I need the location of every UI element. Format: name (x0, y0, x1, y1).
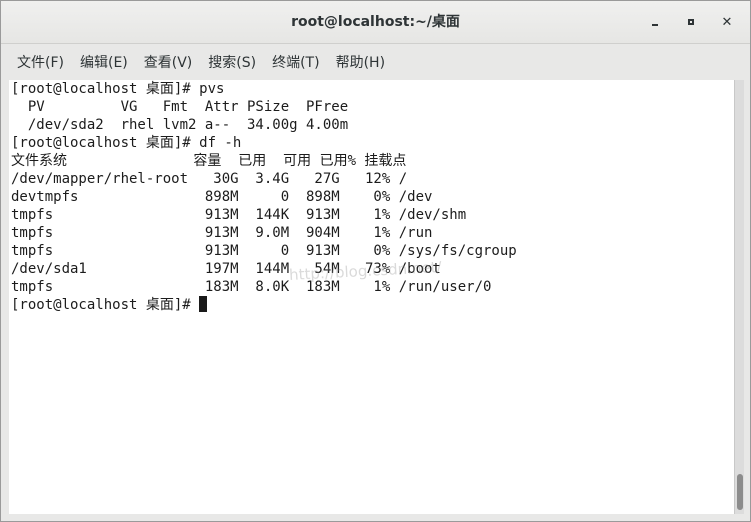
terminal-line: tmpfs 913M 144K 913M 1% /dev/shm (11, 207, 467, 223)
close-button[interactable]: ✕ (715, 10, 739, 34)
terminal-line: tmpfs 183M 8.0K 183M 1% /run/user/0 (11, 279, 492, 295)
maximize-button[interactable] (679, 10, 703, 34)
terminal-line: [root@localhost 桌面]# pvs (11, 81, 225, 97)
text-cursor (199, 296, 208, 312)
minimize-icon (652, 24, 658, 26)
vertical-scrollbar[interactable] (734, 80, 744, 514)
close-icon: ✕ (721, 14, 733, 30)
menu-bar: 文件(F) 编辑(E) 查看(V) 搜索(S) 终端(T) 帮助(H) (1, 44, 750, 80)
menu-help[interactable]: 帮助(H) (328, 48, 393, 76)
terminal-line: /dev/sda2 rhel lvm2 a-- 34.00g 4.00m (11, 117, 349, 133)
terminal-line: tmpfs 913M 0 913M 0% /sys/fs/cgroup (11, 243, 517, 259)
terminal-line: [root@localhost 桌面]# df -h (11, 135, 242, 151)
terminal-line: /dev/sda1 197M 144M 54M 73% /boot (11, 261, 441, 277)
terminal-window: root@localhost:~/桌面 ✕ 文件(F) 编辑(E) 查看(V) … (0, 0, 751, 522)
terminal-line: devtmpfs 898M 0 898M 0% /dev (11, 189, 433, 205)
menu-search[interactable]: 搜索(S) (200, 48, 264, 76)
terminal-lines: [root@localhost 桌面]# pvs PV VG Fmt Attr … (9, 80, 734, 314)
menu-view[interactable]: 查看(V) (136, 48, 201, 76)
menu-terminal[interactable]: 终端(T) (264, 48, 327, 76)
shell-prompt: [root@localhost 桌面]# (11, 297, 200, 313)
menu-file[interactable]: 文件(F) (9, 48, 72, 76)
menu-edit[interactable]: 编辑(E) (72, 48, 136, 76)
title-bar[interactable]: root@localhost:~/桌面 ✕ (1, 1, 750, 44)
prompt-line[interactable]: [root@localhost 桌面]# (11, 296, 734, 314)
terminal-line: tmpfs 913M 9.0M 904M 1% /run (11, 225, 433, 241)
terminal-line: /dev/mapper/rhel-root 30G 3.4G 27G 12% / (11, 171, 408, 187)
minimize-button[interactable] (643, 10, 667, 34)
terminal-line: PV VG Fmt Attr PSize PFree (11, 99, 349, 115)
window-title: root@localhost:~/桌面 (291, 14, 460, 30)
scrollbar-thumb[interactable] (737, 474, 743, 510)
terminal-output[interactable]: [root@localhost 桌面]# pvs PV VG Fmt Attr … (9, 80, 734, 514)
maximize-icon (688, 19, 694, 25)
terminal-line: 文件系统 容量 已用 可用 已用% 挂载点 (11, 153, 407, 169)
